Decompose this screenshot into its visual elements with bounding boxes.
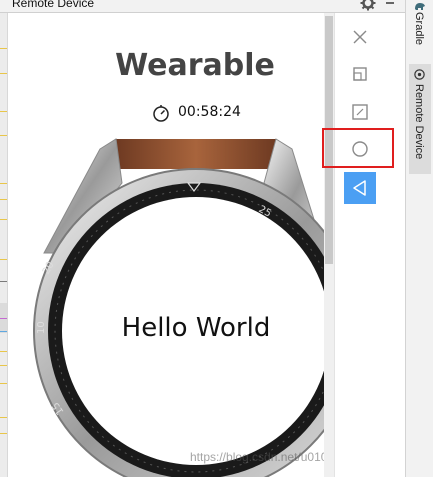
window-mode-button[interactable]: [344, 58, 376, 90]
tab-remote-device[interactable]: Remote Device: [409, 64, 431, 174]
gradle-elephant-icon: [415, 3, 425, 10]
window-title: Remote Device: [12, 0, 95, 10]
svg-text:10: 10: [36, 321, 47, 334]
close-button[interactable]: [344, 21, 376, 53]
fullscreen-icon: [352, 104, 368, 120]
close-icon: [353, 30, 367, 44]
stopwatch-icon: [153, 105, 169, 122]
side-tool-tabs: Gradle Remote Device: [405, 0, 433, 477]
watch-illustration: 20 10 15 25: [33, 138, 324, 477]
watch-strap: [116, 139, 276, 169]
remote-device-icon: [414, 69, 425, 80]
back-button[interactable]: [344, 172, 376, 204]
triangle-back-icon: [353, 180, 366, 196]
tab-gradle[interactable]: Gradle: [409, 0, 431, 52]
tab-remote-device-label: Remote Device: [413, 84, 425, 160]
window-icon: [353, 67, 367, 81]
tab-gradle-label: Gradle: [413, 12, 425, 46]
gear-icon[interactable]: [360, 0, 376, 11]
device-name: Wearable: [115, 48, 275, 83]
editor-gutter-strip: [0, 13, 8, 477]
title-bar: Remote Device: [0, 0, 405, 13]
minimize-icon[interactable]: [386, 2, 394, 4]
home-button-highlight: [322, 128, 394, 168]
timer-value: 00:58:24: [178, 104, 241, 120]
screen-text: Hello World: [121, 313, 271, 343]
fullscreen-button[interactable]: [344, 96, 376, 128]
